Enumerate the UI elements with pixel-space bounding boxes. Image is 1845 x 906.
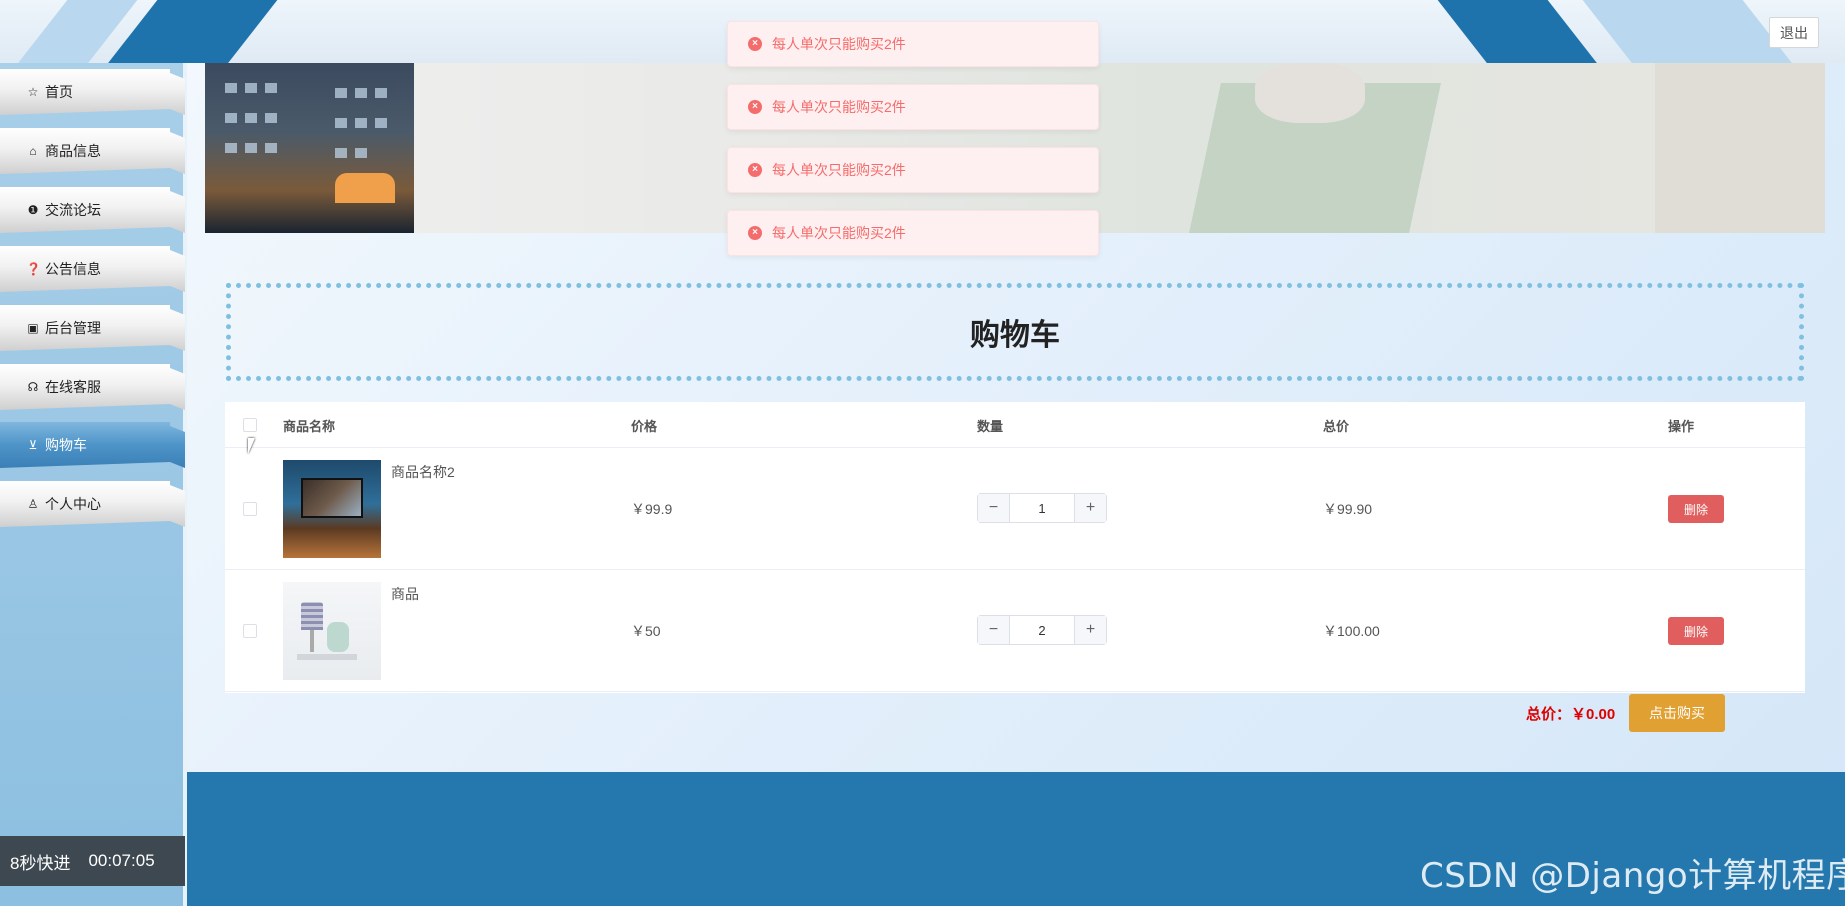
sidebar-item-label: 在线客服 — [45, 379, 101, 395]
header-quantity: 数量 — [977, 418, 1004, 434]
header-total: 总价 — [1323, 418, 1350, 434]
delete-button[interactable]: 删除 — [1668, 495, 1724, 523]
toast-text: 每人单次只能购买2件 — [772, 162, 906, 178]
quantity-input[interactable]: 2 — [1010, 616, 1074, 644]
product-image[interactable] — [283, 460, 381, 558]
error-toast: × 每人单次只能购买2件 — [727, 210, 1099, 256]
delete-button[interactable]: 删除 — [1668, 617, 1724, 645]
page-title: 购物车 — [970, 319, 1060, 352]
briefcase-icon: ▣ — [27, 321, 39, 335]
question-icon: ❓ — [26, 262, 41, 276]
header-action: 操作 — [1668, 418, 1695, 434]
error-icon: × — [748, 163, 762, 177]
select-all-checkbox[interactable] — [243, 418, 257, 432]
quantity-input[interactable]: 1 — [1010, 494, 1074, 522]
error-toast: × 每人单次只能购买2件 — [727, 84, 1099, 130]
header-decoration — [1429, 0, 1611, 63]
header-price: 价格 — [631, 418, 658, 434]
banner-decoration — [1255, 63, 1365, 123]
sidebar-item[interactable]: ⊻ 购物车 — [0, 422, 185, 468]
increase-button[interactable]: + — [1074, 616, 1106, 644]
toast-text: 每人单次只能购买2件 — [772, 99, 906, 115]
watermark-text: CSDN @Django计算机程序 — [1420, 856, 1845, 896]
error-toast: × 每人单次只能购买2件 — [727, 147, 1099, 193]
cart-total: 总价：￥0.00 — [1526, 705, 1616, 723]
product-price: ￥50 — [631, 623, 661, 639]
mouse-cursor-icon — [248, 438, 262, 454]
sidebar-item[interactable]: ☆ 首页 — [0, 69, 185, 115]
time-text: 00:07:05 — [88, 851, 155, 870]
toast-text: 每人单次只能购买2件 — [772, 36, 906, 52]
sidebar-item-label: 首页 — [45, 84, 73, 100]
error-icon: × — [748, 226, 762, 240]
increase-button[interactable]: + — [1074, 494, 1106, 522]
sidebar-item[interactable]: ❶ 交流论坛 — [0, 187, 185, 233]
row-checkbox[interactable] — [243, 624, 257, 638]
sidebar-item[interactable]: ⌂ 商品信息 — [0, 128, 185, 174]
table-row: 商品 ￥50 − 2 + ￥100.00 删除 — [225, 570, 1805, 692]
info-icon: ❶ — [27, 203, 39, 217]
sidebar-item[interactable]: ☊ 在线客服 — [0, 364, 185, 410]
table-header: 商品名称 价格 数量 总价 操作 — [225, 402, 1805, 448]
headset-icon: ☊ — [27, 380, 39, 394]
cart-icon: ⊻ — [28, 438, 38, 452]
product-image[interactable] — [283, 582, 381, 680]
toast-text: 每人单次只能购买2件 — [772, 225, 906, 241]
banner-thumbnail — [205, 63, 414, 233]
decrease-button[interactable]: − — [978, 616, 1010, 644]
header-name: 商品名称 — [283, 418, 336, 434]
row-total: ￥99.90 — [1323, 501, 1373, 517]
sidebar-item-label: 购物车 — [45, 437, 87, 453]
error-icon: × — [748, 100, 762, 114]
sidebar-item-label: 商品信息 — [45, 143, 101, 159]
speed-text: 8秒快进 — [10, 853, 71, 873]
sidebar-item-label: 个人中心 — [45, 496, 101, 512]
error-icon: × — [748, 37, 762, 51]
buy-button[interactable]: 点击购买 — [1629, 694, 1725, 732]
video-overlay: 8秒快进 00:07:05 — [0, 836, 185, 886]
quantity-stepper: − 1 + — [977, 493, 1107, 523]
home-icon: ☆ — [27, 85, 39, 99]
product-price: ￥99.9 — [631, 501, 673, 517]
sidebar-item[interactable]: ❓ 公告信息 — [0, 246, 185, 292]
title-box: 购物车 — [226, 283, 1804, 381]
decrease-button[interactable]: − — [978, 494, 1010, 522]
error-toast: × 每人单次只能购买2件 — [727, 21, 1099, 67]
cart-table: 商品名称 价格 数量 总价 操作 商品名称2 ￥99.9 − 1 + ￥99.9… — [225, 402, 1805, 693]
sidebar-item-label: 后台管理 — [45, 320, 101, 336]
sidebar-item-label: 公告信息 — [45, 261, 101, 277]
row-total: ￥100.00 — [1323, 623, 1380, 639]
logout-button[interactable]: 退出 — [1769, 17, 1819, 48]
sidebar-item[interactable]: ♙ 个人中心 — [0, 481, 185, 527]
bag-icon: ⌂ — [29, 144, 37, 158]
row-checkbox[interactable] — [243, 502, 257, 516]
sidebar-item[interactable]: ▣ 后台管理 — [0, 305, 185, 351]
table-row: 商品名称2 ￥99.9 − 1 + ￥99.90 删除 — [225, 448, 1805, 570]
product-name[interactable]: 商品名称2 — [391, 462, 455, 482]
user-icon: ♙ — [27, 497, 39, 511]
banner-decoration — [1655, 63, 1825, 233]
product-name[interactable]: 商品 — [391, 584, 419, 604]
quantity-stepper: − 2 + — [977, 615, 1107, 645]
sidebar-item-label: 交流论坛 — [45, 202, 101, 218]
